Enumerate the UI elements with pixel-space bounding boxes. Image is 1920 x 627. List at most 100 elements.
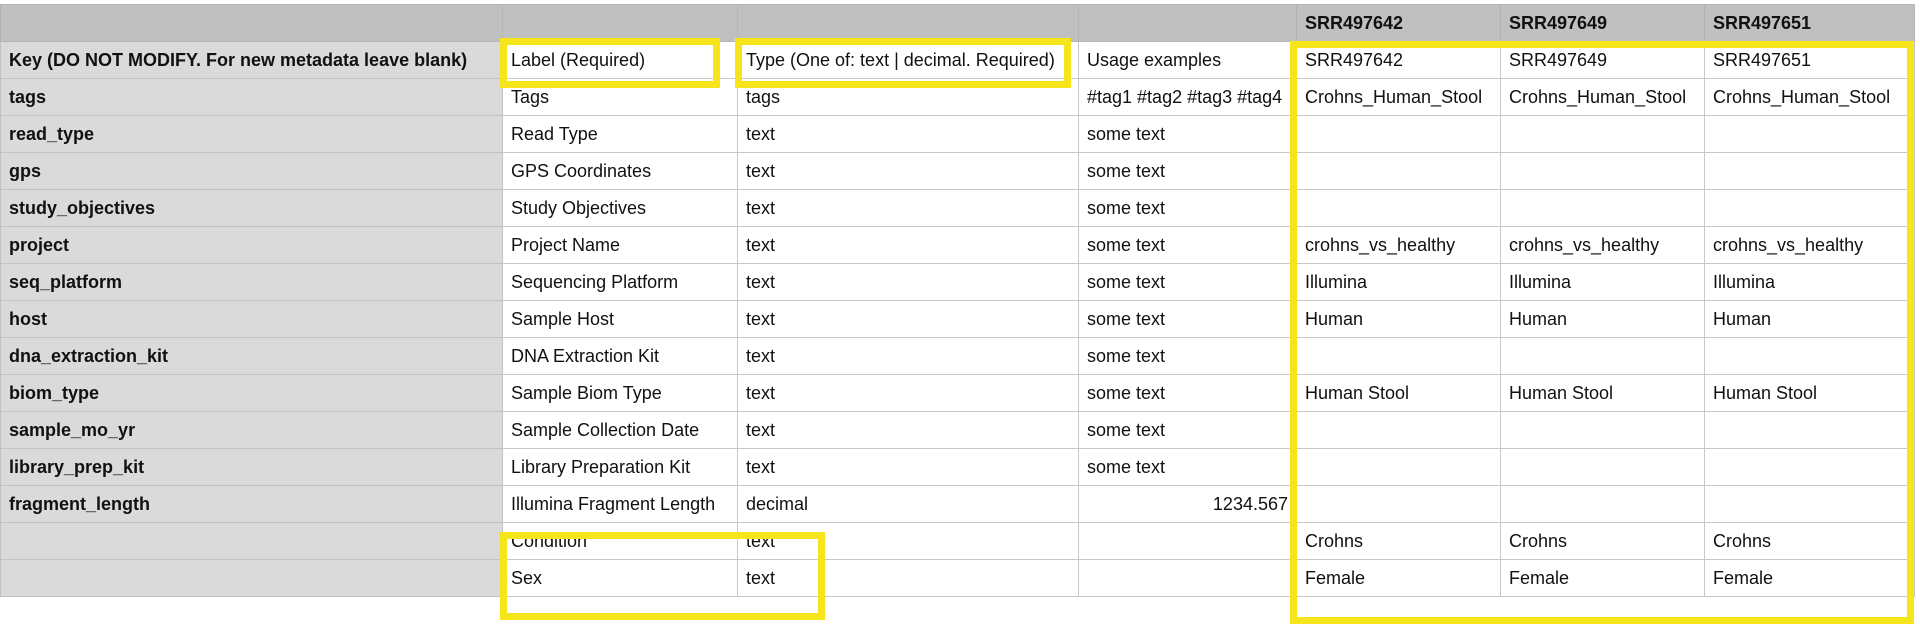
cell-sample-2[interactable] (1500, 337, 1705, 375)
cell-sample-3[interactable]: Female (1704, 559, 1915, 597)
cell-sample-2[interactable] (1500, 485, 1705, 523)
cell-sample-3[interactable] (1704, 485, 1915, 523)
cell-usage[interactable]: some text (1078, 411, 1297, 449)
cell-usage[interactable]: some text (1078, 115, 1297, 153)
cell-usage[interactable]: some text (1078, 152, 1297, 190)
cell-sample-3[interactable] (1704, 411, 1915, 449)
cell-usage[interactable]: some text (1078, 300, 1297, 338)
cell-key[interactable] (0, 522, 503, 560)
cell-sample-1[interactable]: crohns_vs_healthy (1296, 226, 1501, 264)
cell-label[interactable]: Illumina Fragment Length (502, 485, 738, 523)
cell-type[interactable]: text (737, 374, 1079, 412)
cell-key[interactable]: fragment_length (0, 485, 503, 523)
header-cell-sample-1[interactable]: SRR497642 (1296, 4, 1501, 42)
cell-usage[interactable] (1078, 559, 1297, 597)
cell-usage[interactable] (1078, 522, 1297, 560)
cell-sample-2[interactable] (1500, 448, 1705, 486)
cell-label[interactable]: Sample Host (502, 300, 738, 338)
cell-usage[interactable]: some text (1078, 374, 1297, 412)
cell-sample-3[interactable]: Crohns (1704, 522, 1915, 560)
cell-sample-3[interactable] (1704, 152, 1915, 190)
cell-sample-2[interactable]: Crohns (1500, 522, 1705, 560)
cell-sample-2[interactable] (1500, 411, 1705, 449)
cell-sample-2[interactable]: Crohns_Human_Stool (1500, 78, 1705, 116)
cell-usage[interactable]: Usage examples (1078, 41, 1297, 79)
header-cell-type[interactable] (737, 4, 1079, 42)
cell-key[interactable]: host (0, 300, 503, 338)
cell-sample-3[interactable] (1704, 448, 1915, 486)
cell-type[interactable]: text (737, 522, 1079, 560)
cell-sample-3[interactable] (1704, 115, 1915, 153)
cell-sample-1[interactable] (1296, 485, 1501, 523)
cell-type[interactable]: text (737, 337, 1079, 375)
cell-label[interactable]: Sequencing Platform (502, 263, 738, 301)
cell-sample-1[interactable]: Human (1296, 300, 1501, 338)
cell-key[interactable]: gps (0, 152, 503, 190)
cell-sample-2[interactable] (1500, 189, 1705, 227)
cell-label[interactable]: GPS Coordinates (502, 152, 738, 190)
cell-sample-2[interactable]: Human (1500, 300, 1705, 338)
cell-sample-2[interactable]: SRR497649 (1500, 41, 1705, 79)
cell-key[interactable]: library_prep_kit (0, 448, 503, 486)
cell-label[interactable]: Sample Collection Date (502, 411, 738, 449)
cell-type[interactable]: text (737, 300, 1079, 338)
cell-label[interactable]: Library Preparation Kit (502, 448, 738, 486)
header-cell-usage[interactable] (1078, 4, 1297, 42)
cell-sample-1[interactable]: Female (1296, 559, 1501, 597)
header-cell-sample-3[interactable]: SRR497651 (1704, 4, 1915, 42)
cell-type[interactable]: decimal (737, 485, 1079, 523)
cell-sample-3[interactable]: crohns_vs_healthy (1704, 226, 1915, 264)
cell-sample-3[interactable]: Human (1704, 300, 1915, 338)
cell-sample-3[interactable]: SRR497651 (1704, 41, 1915, 79)
cell-sample-3[interactable]: Illumina (1704, 263, 1915, 301)
cell-usage[interactable]: some text (1078, 448, 1297, 486)
header-cell-key[interactable] (0, 4, 503, 42)
cell-sample-3[interactable]: Crohns_Human_Stool (1704, 78, 1915, 116)
cell-label[interactable]: Sex (502, 559, 738, 597)
cell-label[interactable]: Sample Biom Type (502, 374, 738, 412)
cell-sample-1[interactable] (1296, 337, 1501, 375)
cell-sample-2[interactable]: Illumina (1500, 263, 1705, 301)
cell-type[interactable]: Type (One of: text | decimal. Required) (737, 41, 1079, 79)
cell-key[interactable]: read_type (0, 115, 503, 153)
cell-type[interactable]: text (737, 189, 1079, 227)
cell-type[interactable]: text (737, 263, 1079, 301)
cell-label[interactable]: Study Objectives (502, 189, 738, 227)
cell-type[interactable]: text (737, 152, 1079, 190)
cell-usage[interactable]: some text (1078, 337, 1297, 375)
cell-key[interactable]: biom_type (0, 374, 503, 412)
cell-sample-3[interactable] (1704, 337, 1915, 375)
cell-key[interactable]: seq_platform (0, 263, 503, 301)
cell-sample-1[interactable] (1296, 411, 1501, 449)
cell-type[interactable]: text (737, 448, 1079, 486)
cell-usage[interactable]: some text (1078, 226, 1297, 264)
cell-key[interactable] (0, 559, 503, 597)
cell-sample-1[interactable] (1296, 448, 1501, 486)
cell-sample-2[interactable]: Human Stool (1500, 374, 1705, 412)
cell-key[interactable]: dna_extraction_kit (0, 337, 503, 375)
cell-key[interactable]: tags (0, 78, 503, 116)
cell-label[interactable]: Project Name (502, 226, 738, 264)
cell-label[interactable]: Label (Required) (502, 41, 738, 79)
cell-key[interactable]: Key (DO NOT MODIFY. For new metadata lea… (0, 41, 503, 79)
cell-sample-1[interactable]: SRR497642 (1296, 41, 1501, 79)
cell-sample-2[interactable]: crohns_vs_healthy (1500, 226, 1705, 264)
cell-label[interactable]: DNA Extraction Kit (502, 337, 738, 375)
cell-sample-1[interactable]: Crohns (1296, 522, 1501, 560)
cell-label[interactable]: Read Type (502, 115, 738, 153)
cell-label[interactable]: Condition (502, 522, 738, 560)
cell-sample-2[interactable]: Female (1500, 559, 1705, 597)
cell-type[interactable]: text (737, 559, 1079, 597)
header-cell-label[interactable] (502, 4, 738, 42)
cell-type[interactable]: tags (737, 78, 1079, 116)
cell-type[interactable]: text (737, 411, 1079, 449)
cell-key[interactable]: sample_mo_yr (0, 411, 503, 449)
cell-key[interactable]: study_objectives (0, 189, 503, 227)
cell-sample-1[interactable] (1296, 189, 1501, 227)
cell-sample-1[interactable]: Crohns_Human_Stool (1296, 78, 1501, 116)
cell-sample-3[interactable] (1704, 189, 1915, 227)
cell-usage[interactable]: some text (1078, 263, 1297, 301)
cell-sample-1[interactable] (1296, 115, 1501, 153)
cell-sample-2[interactable] (1500, 152, 1705, 190)
cell-sample-1[interactable]: Human Stool (1296, 374, 1501, 412)
